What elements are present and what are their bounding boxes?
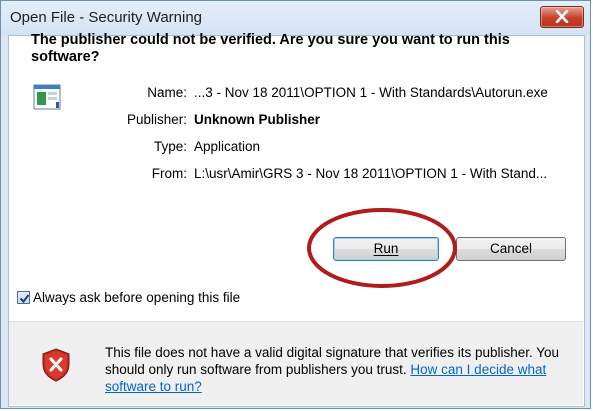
application-file-icon <box>33 84 61 110</box>
always-ask-label[interactable]: Always ask before opening this file <box>33 290 240 305</box>
type-value: Application <box>194 139 261 154</box>
type-label: Type: <box>153 139 187 154</box>
publisher-value: Unknown Publisher <box>194 112 321 127</box>
close-icon <box>555 10 569 23</box>
title-bar[interactable]: Open File - Security Warning <box>1 1 590 35</box>
warning-question: The publisher could not be verified. Are… <box>31 32 510 65</box>
highlight-circle-annotation <box>307 208 457 288</box>
name-label: Name: <box>147 85 187 100</box>
publisher-label: Publisher: <box>126 112 187 127</box>
security-shield-error-icon <box>42 348 70 382</box>
window-title: Open File - Security Warning <box>10 9 203 26</box>
close-button[interactable] <box>540 6 584 28</box>
checkmark-icon <box>19 294 30 304</box>
from-label: From: <box>151 166 187 181</box>
cancel-button-label: Cancel <box>489 241 533 256</box>
from-value: L:\usr\Amir\GRS 3 - Nov 18 2011\OPTION 1… <box>194 166 548 181</box>
cancel-button[interactable]: Cancel <box>456 237 566 261</box>
name-value: ...3 - Nov 18 2011\OPTION 1 - With Stand… <box>194 85 548 100</box>
always-ask-checkbox[interactable] <box>17 291 30 304</box>
security-warning-dialog: Open File - Security Warning The publish… <box>0 0 591 409</box>
signature-warning: This file does not have a valid digital … <box>105 344 575 395</box>
